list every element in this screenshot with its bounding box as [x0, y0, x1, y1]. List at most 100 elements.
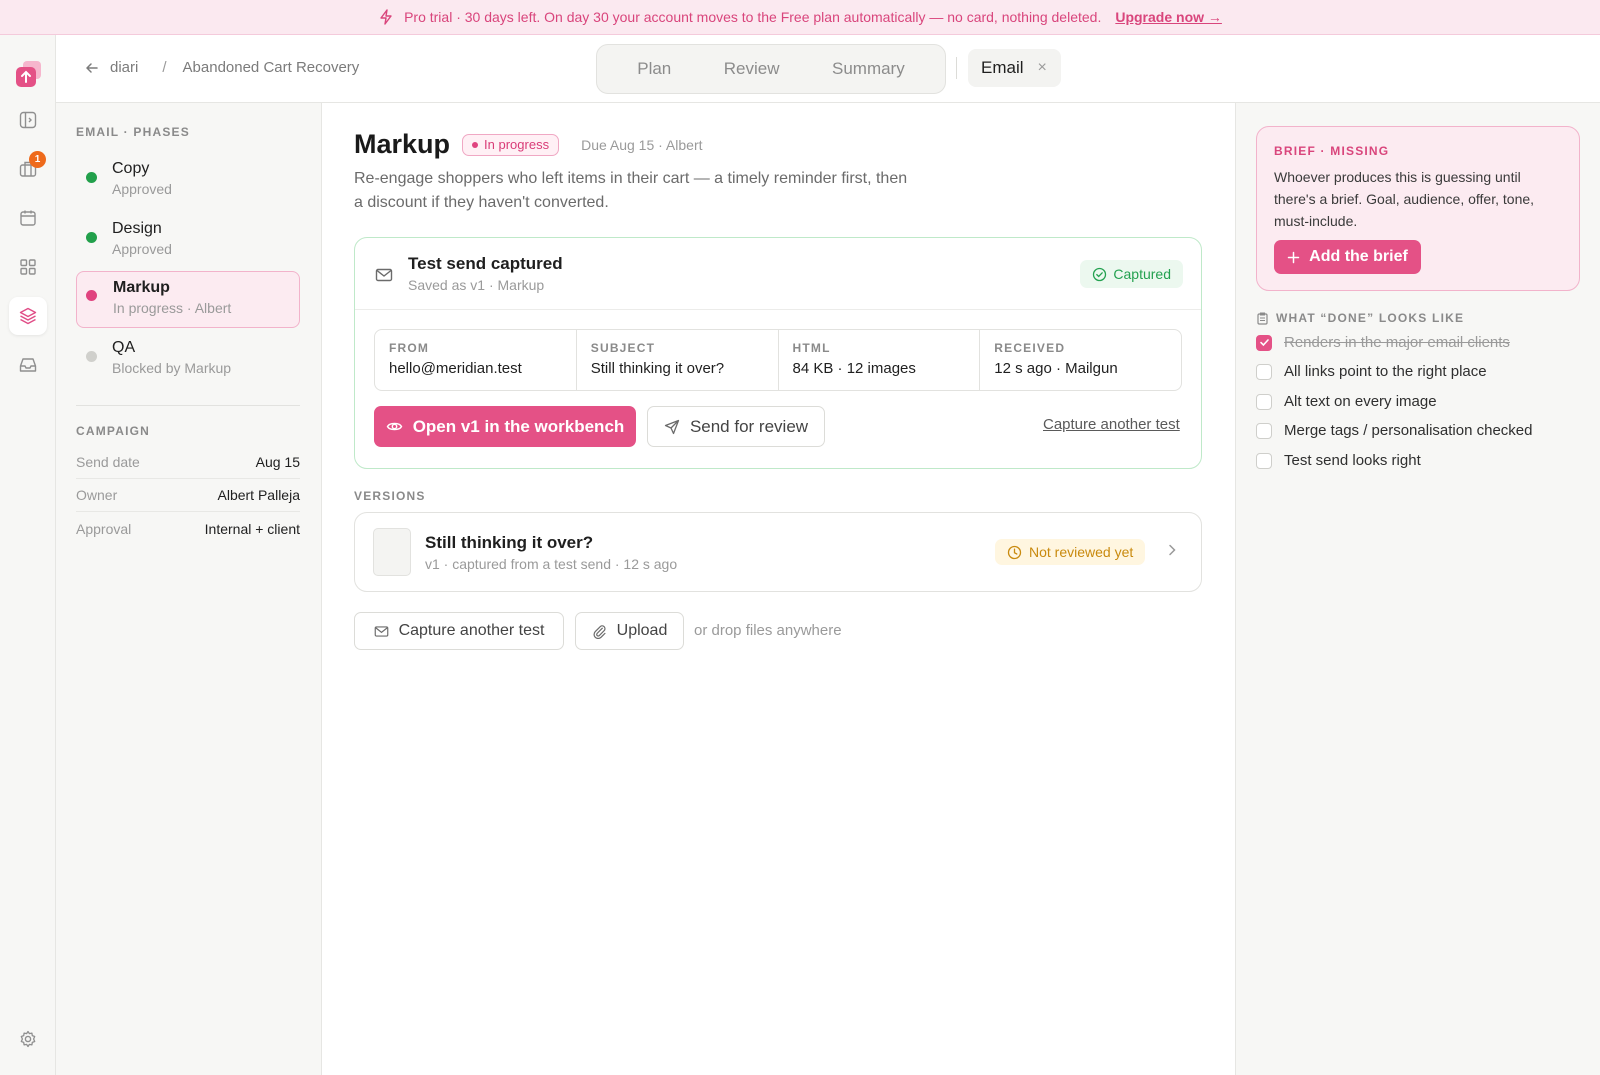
capture-card: Test send captured Saved as v1 · Markup …: [354, 237, 1202, 469]
campaign-key: Owner: [76, 487, 118, 503]
field-label: SUBJECT: [590, 341, 656, 355]
phases-panel: EMAIL · PHASES Copy Approved Design Appr…: [56, 103, 322, 1075]
phase-status: Approved: [112, 241, 172, 257]
checklist-item[interactable]: Test send looks right: [1256, 452, 1421, 469]
field-html: HTML 84 KB · 12 images: [779, 330, 981, 390]
phase-markup[interactable]: Markup In progress · Albert: [76, 271, 300, 328]
status-dot: [86, 290, 97, 301]
inbox-icon[interactable]: [9, 346, 47, 384]
clipboard-icon: [1256, 311, 1269, 325]
captured-badge: Captured: [1080, 260, 1183, 288]
checklist-item[interactable]: Alt text on every image: [1256, 393, 1437, 410]
capture-another-test-button[interactable]: Capture another test: [354, 612, 564, 650]
campaign-value: Aug 15: [255, 454, 300, 470]
settings-gear-icon[interactable]: [9, 1020, 47, 1058]
phase-name: Markup: [113, 279, 170, 296]
phase-name: QA: [112, 339, 136, 356]
calendar-icon[interactable]: [9, 199, 47, 237]
capture-another-test-label: Capture another test: [398, 622, 545, 639]
briefcase-icon[interactable]: 1: [9, 150, 47, 188]
app-rail: 1: [0, 35, 56, 1075]
checklist-item[interactable]: All links point to the right place: [1256, 363, 1487, 380]
view-tabs: Plan Review Summary: [596, 44, 946, 94]
capture-card-header: Test send captured Saved as v1 · Markup …: [355, 238, 1201, 310]
campaign-key: Approval: [76, 520, 132, 537]
version-subtitle: v1 · captured from a test send · 12 s ag…: [425, 556, 678, 572]
field-label: HTML: [792, 341, 831, 355]
checklist-item[interactable]: Merge tags / personalisation checked: [1256, 422, 1532, 439]
open-workbench-label: Open v1 in the workbench: [412, 416, 625, 436]
done-criteria-label: WHAT “DONE” LOOKS LIKE: [1256, 311, 1464, 325]
page-title: Markup: [354, 129, 451, 159]
checklist-label: Alt text on every image: [1284, 393, 1437, 410]
layers-icon[interactable]: [9, 297, 47, 335]
phase-design[interactable]: Design Approved: [76, 213, 300, 270]
close-icon[interactable]: ×: [1038, 59, 1047, 77]
send-for-review-label: Send for review: [689, 416, 809, 436]
app-logo[interactable]: [14, 59, 44, 89]
done-criteria-text: WHAT “DONE” LOOKS LIKE: [1276, 311, 1465, 325]
capture-subtitle: Saved as v1 · Markup: [408, 277, 545, 293]
due-meta: Due Aug 15 · Albert: [581, 136, 703, 153]
plus-icon: [1287, 251, 1300, 264]
tab-review[interactable]: Review: [724, 59, 780, 79]
phase-qa[interactable]: QA Blocked by Markup: [76, 332, 300, 389]
campaign-row-send-date: Send date Aug 15: [76, 446, 300, 479]
checklist-label: All links point to the right place: [1284, 363, 1487, 380]
field-value: Still thinking it over?: [590, 360, 725, 377]
title-row: Markup In progress Due Aug 15 · Albert: [354, 129, 703, 160]
phase-status: Blocked by Markup: [112, 360, 232, 376]
check-circle-icon: [1092, 267, 1107, 282]
checkbox[interactable]: [1256, 363, 1272, 380]
upload-button[interactable]: Upload: [575, 612, 684, 650]
status-dot: [86, 232, 97, 243]
send-for-review-button[interactable]: Send for review: [647, 406, 825, 447]
brief-missing-card: BRIEF · MISSING Whoever produces this is…: [1256, 126, 1580, 291]
tab-summary[interactable]: Summary: [832, 59, 905, 79]
phase-status: Approved: [112, 181, 172, 197]
checklist-label: Test send looks right: [1284, 452, 1421, 469]
checkbox[interactable]: [1256, 422, 1272, 439]
field-label: FROM: [389, 341, 430, 355]
tab-email[interactable]: Email ×: [968, 49, 1061, 87]
campaign-label: CAMPAIGN: [76, 424, 151, 438]
checkbox[interactable]: [1256, 393, 1272, 410]
checklist-label: Renders in the major email clients: [1284, 334, 1510, 351]
sidebar-toggle-icon[interactable]: [9, 101, 47, 139]
phase-description: Re-engage shoppers who left items in the…: [354, 170, 908, 211]
back-arrow-icon[interactable]: [84, 60, 100, 76]
main-content: Markup In progress Due Aug 15 · Albert R…: [322, 103, 1235, 1075]
divider: [76, 405, 300, 406]
grid-icon[interactable]: [9, 248, 47, 286]
field-value: 12 s ago · Mailgun: [994, 360, 1118, 377]
send-icon: [664, 419, 680, 435]
phase-status: In progress · Albert: [113, 300, 232, 316]
chevron-right-icon: [1165, 543, 1179, 557]
brief-label: BRIEF · MISSING: [1274, 144, 1390, 158]
breadcrumb-workspace[interactable]: diari: [110, 59, 138, 76]
field-value: 84 KB · 12 images: [792, 360, 916, 377]
upload-label: Upload: [616, 622, 668, 639]
checklist-item[interactable]: Renders in the major email clients: [1256, 334, 1510, 351]
phase-name: Design: [112, 220, 162, 237]
checklist-label: Merge tags / personalisation checked: [1284, 422, 1533, 439]
add-brief-label: Add the brief: [1309, 248, 1408, 265]
upgrade-link[interactable]: Upgrade now →: [1115, 9, 1222, 25]
capture-fields: FROM hello@meridian.test SUBJECT Still t…: [374, 329, 1182, 391]
checkbox-checked[interactable]: [1256, 334, 1272, 351]
campaign-row-approval: Approval Internal + client: [76, 512, 300, 545]
open-workbench-button[interactable]: Open v1 in the workbench: [374, 406, 636, 447]
divider: [956, 57, 957, 79]
notification-badge: 1: [29, 151, 46, 168]
phase-copy[interactable]: Copy Approved: [76, 153, 300, 210]
mail-icon: [375, 266, 393, 284]
add-brief-button[interactable]: Add the brief: [1274, 240, 1421, 274]
field-from: FROM hello@meridian.test: [375, 330, 577, 390]
version-row[interactable]: Still thinking it over? v1 · captured fr…: [354, 512, 1202, 592]
tab-plan[interactable]: Plan: [637, 59, 671, 79]
capture-title: Test send captured: [408, 254, 563, 273]
checkbox[interactable]: [1256, 452, 1272, 469]
breadcrumb: diari / Abandoned Cart Recovery: [84, 59, 359, 76]
capture-another-test-link[interactable]: Capture another test: [1043, 416, 1180, 433]
breadcrumb-separator: /: [162, 59, 167, 76]
